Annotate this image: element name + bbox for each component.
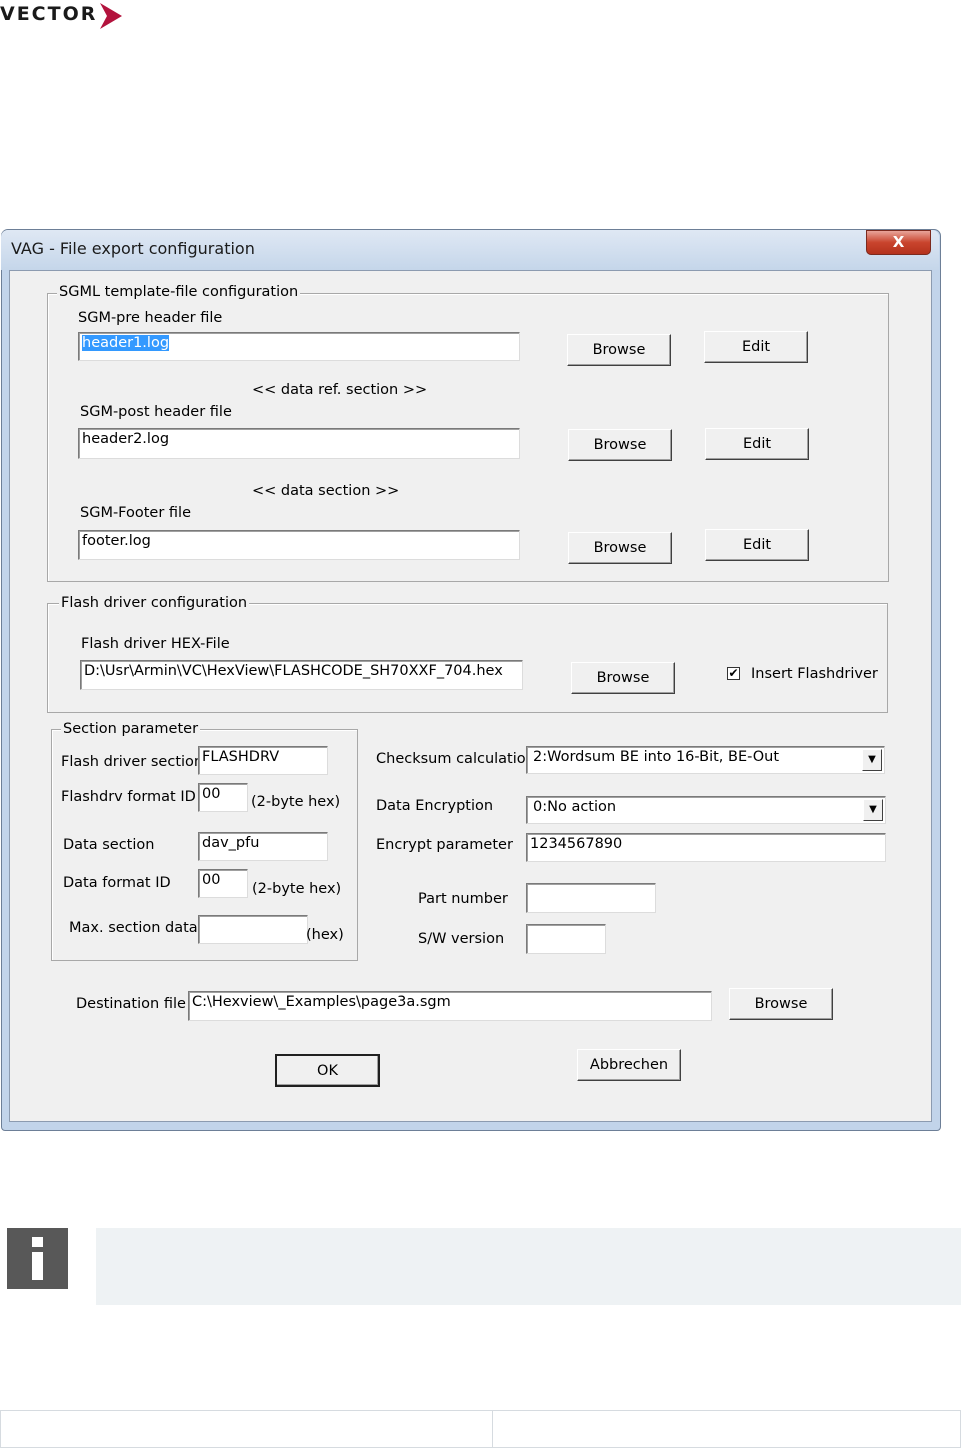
part-number-label: Part number (418, 891, 508, 907)
pre-header-input[interactable]: header1.log (78, 332, 520, 361)
chevron-down-icon[interactable]: ▼ (862, 749, 882, 771)
info-note-box (96, 1228, 961, 1305)
footer-edit-button[interactable]: Edit (705, 529, 809, 561)
data-format-id-input[interactable]: 00 (198, 869, 248, 898)
flash-driver-group (47, 603, 888, 713)
flash-driver-section-label: Flash driver section (61, 754, 204, 770)
post-header-browse-button[interactable]: Browse (568, 429, 672, 461)
cancel-button[interactable]: Abbrechen (577, 1049, 681, 1081)
pre-header-value: header1.log (82, 335, 170, 351)
checksum-calculation-label: Checksum calculation (376, 751, 535, 767)
flashdrv-format-id-label: Flashdrv format ID (61, 789, 196, 805)
data-encryption-value: 0:No action (533, 799, 617, 815)
max-section-data-input[interactable] (198, 915, 308, 944)
ok-button[interactable]: OK (275, 1054, 380, 1087)
data-encryption-label: Data Encryption (376, 798, 494, 814)
post-header-input[interactable]: header2.log (78, 428, 520, 459)
data-section-label: << data section >> (252, 483, 400, 499)
checksum-calculation-select[interactable]: 2:Wordsum BE into 16-Bit, BE-Out ▼ (526, 746, 885, 774)
sgml-group-legend: SGML template-file configuration (57, 284, 301, 300)
data-format-id-label: Data format ID (63, 875, 171, 891)
flash-hex-input[interactable]: D:\Usr\Armin\VC\HexView\FLASHCODE_SH70XX… (80, 660, 523, 690)
chevron-down-icon[interactable]: ▼ (863, 799, 883, 821)
post-header-label: SGM-post header file (80, 404, 232, 420)
sw-version-input[interactable] (526, 924, 606, 954)
data-format-id-hint: (2-byte hex) (252, 881, 342, 897)
footer-file-input[interactable]: footer.log (78, 530, 520, 560)
max-section-data-hint: (hex) (306, 927, 344, 943)
destination-browse-button[interactable]: Browse (729, 988, 833, 1020)
footer-table (0, 1410, 961, 1448)
encrypt-parameter-input[interactable]: 1234567890 (526, 833, 886, 862)
flash-driver-group-legend: Flash driver configuration (59, 595, 250, 611)
destination-file-label: Destination file (76, 996, 186, 1012)
dialog-title: VAG - File export configuration (11, 239, 255, 258)
vector-logo-arrow-icon (100, 3, 122, 29)
flash-hex-browse-button[interactable]: Browse (571, 662, 675, 694)
info-icon (7, 1228, 68, 1289)
destination-file-input[interactable]: C:\Hexview\_Examples\page3a.sgm (188, 991, 712, 1021)
pre-header-edit-button[interactable]: Edit (704, 331, 808, 363)
footer-file-label: SGM-Footer file (80, 505, 192, 521)
post-header-edit-button[interactable]: Edit (705, 428, 809, 460)
flashdrv-format-id-input[interactable]: 00 (198, 783, 248, 812)
flash-hex-label: Flash driver HEX-File (81, 636, 230, 652)
flash-driver-section-input[interactable]: FLASHDRV (198, 746, 328, 775)
part-number-input[interactable] (526, 883, 656, 913)
data-encryption-select[interactable]: 0:No action ▼ (526, 796, 886, 824)
section-parameter-legend: Section parameter (61, 721, 201, 737)
insert-flashdriver-label: Insert Flashdriver (751, 666, 878, 682)
pre-header-label: SGM-pre header file (78, 310, 223, 326)
encrypt-parameter-label: Encrypt parameter (376, 837, 513, 853)
data-ref-section-label: << data ref. section >> (252, 382, 428, 398)
footer-table-divider (492, 1410, 493, 1448)
data-section-param-label: Data section (63, 837, 155, 853)
pre-header-browse-button[interactable]: Browse (567, 334, 671, 366)
insert-flashdriver-checkbox[interactable]: ✔ (727, 667, 740, 680)
vector-logo-text: VECTOR (0, 3, 98, 25)
footer-browse-button[interactable]: Browse (568, 532, 672, 564)
close-button[interactable]: X (866, 230, 931, 255)
max-section-data-label: Max. section data (69, 920, 198, 936)
data-section-param-input[interactable]: dav_pfu (198, 832, 328, 861)
flashdrv-format-id-hint: (2-byte hex) (251, 794, 341, 810)
checksum-calculation-value: 2:Wordsum BE into 16-Bit, BE-Out (533, 749, 780, 765)
sw-version-label: S/W version (418, 931, 505, 947)
